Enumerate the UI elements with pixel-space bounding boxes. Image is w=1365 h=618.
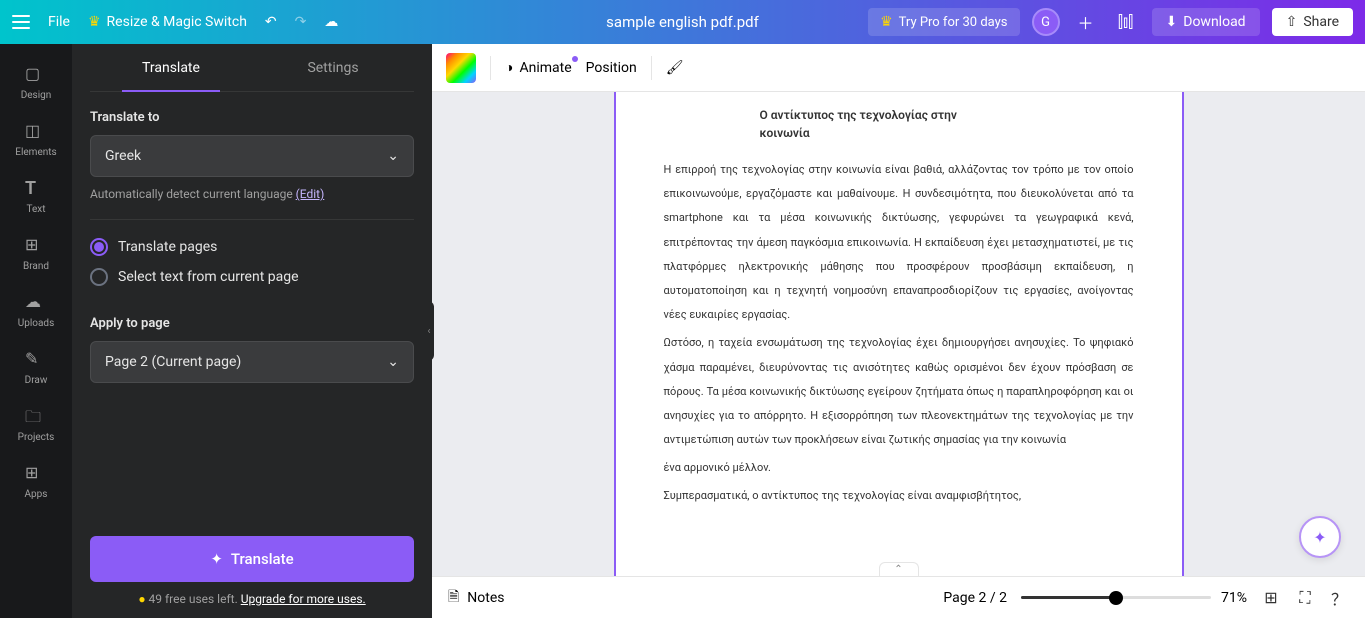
resize-magic-switch[interactable]: ♛Resize & Magic Switch [88,14,247,30]
download-icon: ⬇ [1166,14,1178,30]
translate-button[interactable]: ✦ Translate [90,536,414,582]
notes-button[interactable]: 🗎Notes [448,586,504,610]
projects-icon: 🗀 [25,406,47,428]
cloud-sync-icon[interactable]: ☁ [324,14,338,30]
undo-icon[interactable]: ↶ [265,14,277,30]
uses-left-text: ● 49 free uses left. Upgrade for more us… [90,592,414,606]
divider [90,219,414,220]
language-select[interactable]: Greek ⌄ [90,135,414,177]
radio-select-text[interactable]: Select text from current page [90,268,414,286]
tab-settings[interactable]: Settings [252,44,414,91]
coin-icon: ● [138,592,145,606]
rail-text[interactable]: TText [0,168,72,225]
avatar[interactable]: G [1032,8,1060,36]
rail-projects[interactable]: 🗀Projects [0,396,72,453]
text-icon: T [25,178,47,200]
help-icon[interactable]: ？ [1329,588,1349,608]
share-button[interactable]: ⇧Share [1272,8,1353,36]
doc-paragraph: ένα αρμονικό μέλλον. [664,456,1134,480]
color-picker[interactable] [446,53,476,83]
radio-icon [90,238,108,256]
collapse-panel-handle[interactable]: ‹ [424,301,434,361]
animate-icon: ◑ [505,59,513,76]
translate-panel: Translate Settings Translate to Greek ⌄ … [72,44,432,618]
bottom-bar: 🗎Notes Page 2 / 2 71% ⊞ ⛶ ？ [432,576,1365,618]
canvas-area: ‹ ◑Animate Position 🖌 Ο αντίκτυπος της τ… [432,44,1365,618]
tab-translate[interactable]: Translate [90,44,252,91]
download-button[interactable]: ⬇Download [1152,8,1260,36]
ai-assist-fab[interactable]: ✦ [1299,516,1341,558]
redo-icon[interactable]: ↷ [295,14,307,30]
auto-detect-hint: Automatically detect current language (E… [90,187,414,201]
brand-icon: ⊞ [25,235,47,257]
zoom-percent[interactable]: 71% [1221,590,1247,606]
doc-paragraph: Συμπερασματικά, ο αντίκτυπος της τεχνολο… [664,484,1134,508]
separator [651,56,652,80]
radio-icon [90,268,108,286]
left-rail: ▢Design ◫Elements TText ⊞Brand ☁Uploads … [0,44,72,618]
canvas-scroll[interactable]: Ο αντίκτυπος της τεχνολογίας στην κοινων… [432,92,1365,576]
uploads-icon: ☁ [25,292,47,314]
rail-design[interactable]: ▢Design [0,54,72,111]
rail-draw[interactable]: ✎Draw [0,339,72,396]
position-button[interactable]: Position [586,60,637,76]
fullscreen-icon[interactable]: ⛶ [1295,588,1315,608]
animate-button[interactable]: ◑Animate [505,59,572,76]
rail-elements[interactable]: ◫Elements [0,111,72,168]
add-icon[interactable]: ＋ [1072,8,1100,36]
elements-icon: ◫ [25,121,47,143]
apps-icon: ⊞ [25,463,47,485]
page-thumbnails-handle[interactable]: ⌃ [879,562,919,576]
apply-to-page-label: Apply to page [90,316,414,331]
rail-apps[interactable]: ⊞Apps [0,453,72,510]
menu-icon[interactable] [12,15,30,29]
grid-view-icon[interactable]: ⊞ [1261,588,1281,608]
rail-brand[interactable]: ⊞Brand [0,225,72,282]
translate-to-label: Translate to [90,110,414,125]
analytics-icon[interactable]: ⫿⫾⫿ [1112,8,1140,36]
rail-uploads[interactable]: ☁Uploads [0,282,72,339]
doc-paragraph: Ωστόσο, η ταχεία ενσωμάτωση της τεχνολογ… [664,331,1134,452]
chevron-down-icon: ⌄ [387,354,399,370]
notification-dot [572,56,578,62]
radio-translate-pages[interactable]: Translate pages [90,238,414,256]
design-icon: ▢ [25,64,47,86]
doc-paragraph: Η επιρροή της τεχνολογίας στην κοινωνία … [664,158,1134,327]
doc-heading: Ο αντίκτυπος της τεχνολογίας στην κοινων… [760,106,980,142]
canvas-toolbar: ◑Animate Position 🖌 [432,44,1365,92]
chevron-down-icon: ⌄ [387,148,399,164]
notes-icon: 🗎 [448,586,459,610]
share-icon: ⇧ [1286,14,1298,30]
zoom-slider[interactable] [1021,596,1211,599]
crown-icon: ♛ [88,14,101,30]
document-page[interactable]: Ο αντίκτυπος της τεχνολογίας στην κοινων… [614,92,1184,576]
file-menu[interactable]: File [48,14,70,30]
top-bar: File ♛Resize & Magic Switch ↶ ↷ ☁ sample… [0,0,1365,44]
draw-icon: ✎ [25,349,47,371]
crown-icon: ♛ [880,14,893,30]
sparkle-icon: ✦ [210,550,223,568]
separator [490,56,491,80]
document-title[interactable]: sample english pdf.pdf [606,13,759,31]
sparkle-icon: ✦ [1313,528,1326,547]
page-indicator[interactable]: Page 2 / 2 [943,590,1007,606]
apply-page-select[interactable]: Page 2 (Current page) ⌄ [90,341,414,383]
try-pro-button[interactable]: ♛Try Pro for 30 days [868,8,1019,36]
style-icon[interactable]: 🖌 [666,60,684,76]
edit-language-link[interactable]: (Edit) [296,187,325,201]
upgrade-link[interactable]: Upgrade for more uses. [241,592,366,606]
